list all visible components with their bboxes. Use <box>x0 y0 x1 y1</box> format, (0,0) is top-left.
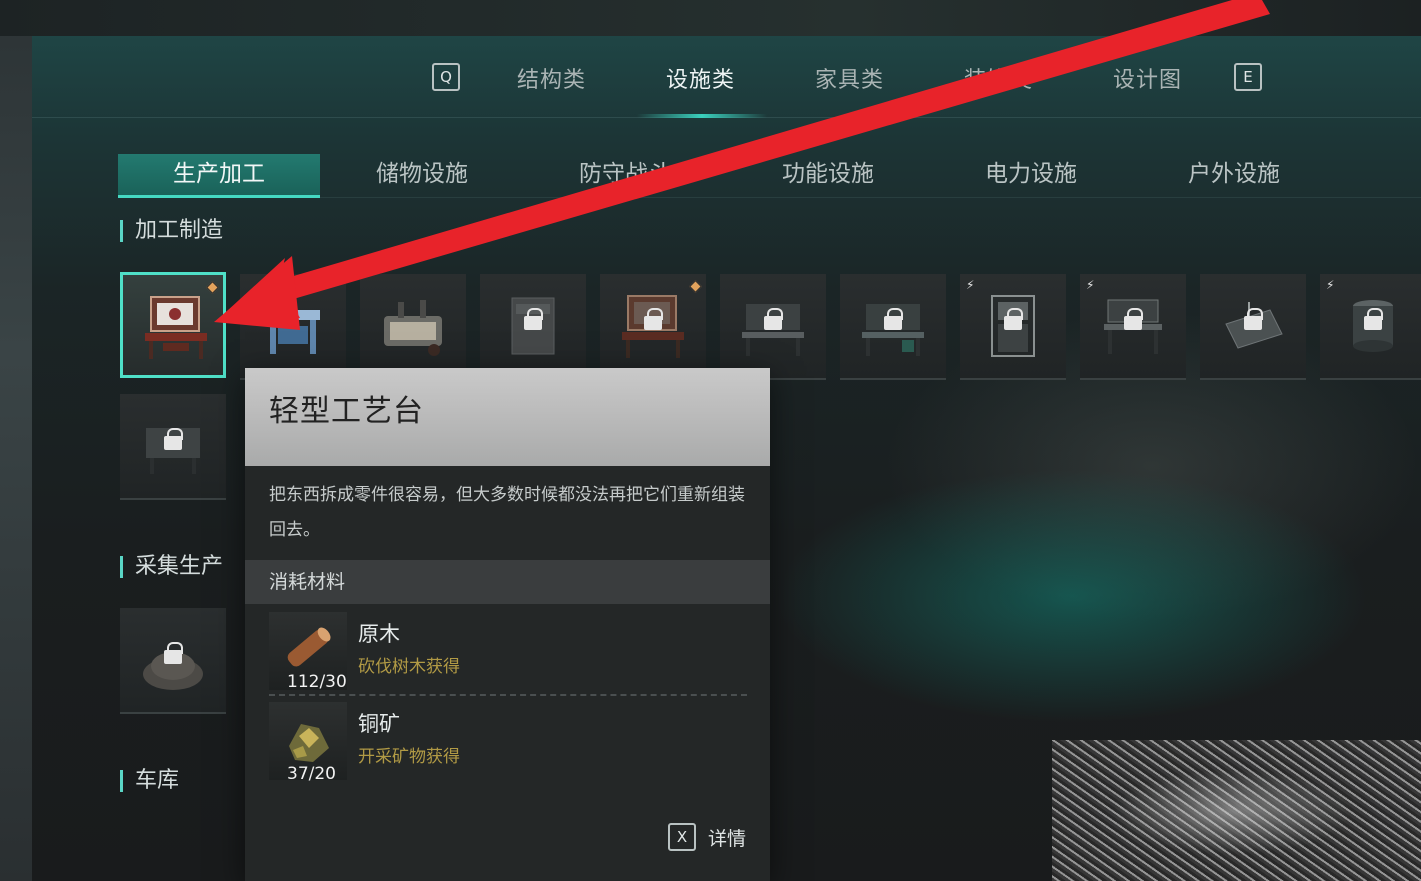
subtab-storage[interactable]: 储物设施 <box>321 154 523 198</box>
background-scene-left <box>0 0 32 881</box>
material-name: 原木 <box>358 622 400 646</box>
item-furnace[interactable] <box>120 394 226 500</box>
tooltip-description: 把东西拆成零件很容易，但大多数时候都没法再把它们重新组装回去。 <box>269 485 745 540</box>
item-ore-pile[interactable] <box>120 608 226 714</box>
tooltip-title: 轻型工艺台 <box>269 394 424 429</box>
item-workstation-2[interactable] <box>840 274 946 380</box>
power-bolt-icon: ⚡ <box>966 278 975 292</box>
item-tooltip: 轻型工艺台 把东西拆成零件很容易，但大多数时候都没法再把它们重新组装回去。 消耗… <box>245 368 770 881</box>
item-workstation[interactable] <box>720 274 826 380</box>
item-light-craft-table[interactable] <box>120 272 226 378</box>
craft-table-icon <box>145 296 207 359</box>
power-bolt-icon: ⚡ <box>1086 278 1095 292</box>
next-tab-key[interactable]: E <box>1234 63 1262 91</box>
item-craft-table-2[interactable] <box>600 274 706 380</box>
subtab-outdoor[interactable]: 户外设施 <box>1133 154 1335 198</box>
workbench-blue-icon <box>266 310 320 354</box>
material-row: 37/20 铜矿 开采矿物获得 <box>269 698 747 786</box>
background-scene-top <box>0 0 1421 36</box>
item-electric-barrel[interactable]: ⚡ <box>1320 274 1421 380</box>
material-name: 铜矿 <box>358 712 400 736</box>
sub-category-tabs: 生产加工 储物设施 防守战斗 功能设施 电力设施 户外设施 <box>118 154 1421 198</box>
tooltip-header: 轻型工艺台 <box>245 368 770 466</box>
material-count: 112/30 <box>287 672 347 692</box>
material-row: 112/30 原木 砍伐树木获得 <box>269 608 747 696</box>
lock-icon <box>1004 308 1023 332</box>
item-workbench[interactable] <box>240 274 346 380</box>
material-source: 开采矿物获得 <box>358 747 460 767</box>
item-drafting-table[interactable] <box>1200 274 1306 380</box>
details-key[interactable]: X <box>667 823 696 851</box>
lock-icon <box>524 308 543 332</box>
item-electric-cabinet[interactable]: ⚡ <box>960 274 1066 380</box>
item-cabinet[interactable] <box>480 274 586 380</box>
section-title-garage: 车库 <box>120 770 179 792</box>
lock-icon <box>164 428 183 452</box>
lock-icon <box>764 308 783 332</box>
subtab-production[interactable]: 生产加工 <box>118 154 320 198</box>
rarity-diamond-icon <box>689 280 702 293</box>
section-title-gathering: 采集生产 <box>120 556 223 578</box>
top-category-tabs: Q 结构类 设施类 家具类 装饰类 设计图 E <box>32 36 1421 118</box>
details-button[interactable]: 详情 <box>708 824 746 851</box>
material-count: 37/20 <box>287 764 336 784</box>
lock-icon <box>1124 308 1143 332</box>
section-title-processing: 加工制造 <box>120 220 223 242</box>
materials-header: 消耗材料 <box>245 560 770 604</box>
machine-icon <box>384 300 442 356</box>
tab-decoration[interactable]: 装饰类 <box>964 62 1033 94</box>
power-bolt-icon: ⚡ <box>1326 278 1335 292</box>
lock-icon <box>164 642 183 666</box>
item-machine[interactable] <box>360 274 466 380</box>
tab-furniture[interactable]: 家具类 <box>815 62 884 94</box>
subtab-function[interactable]: 功能设施 <box>727 154 929 198</box>
material-source: 砍伐树木获得 <box>358 657 460 677</box>
tab-blueprints[interactable]: 设计图 <box>1113 62 1182 94</box>
watermark-logo <box>1052 740 1421 881</box>
tab-facilities[interactable]: 设施类 <box>666 62 735 94</box>
subtab-defense[interactable]: 防守战斗 <box>524 154 726 198</box>
item-electric-workbench[interactable]: ⚡ <box>1080 274 1186 380</box>
prev-tab-key[interactable]: Q <box>432 63 460 91</box>
lock-icon <box>884 308 903 332</box>
lock-icon <box>1364 308 1383 332</box>
lock-icon <box>1244 308 1263 332</box>
tab-structure[interactable]: 结构类 <box>517 62 586 94</box>
subtab-power[interactable]: 电力设施 <box>930 154 1132 198</box>
tooltip-footer: X 详情 <box>667 823 746 851</box>
lock-icon <box>644 308 663 332</box>
active-tab-indicator <box>637 114 767 118</box>
